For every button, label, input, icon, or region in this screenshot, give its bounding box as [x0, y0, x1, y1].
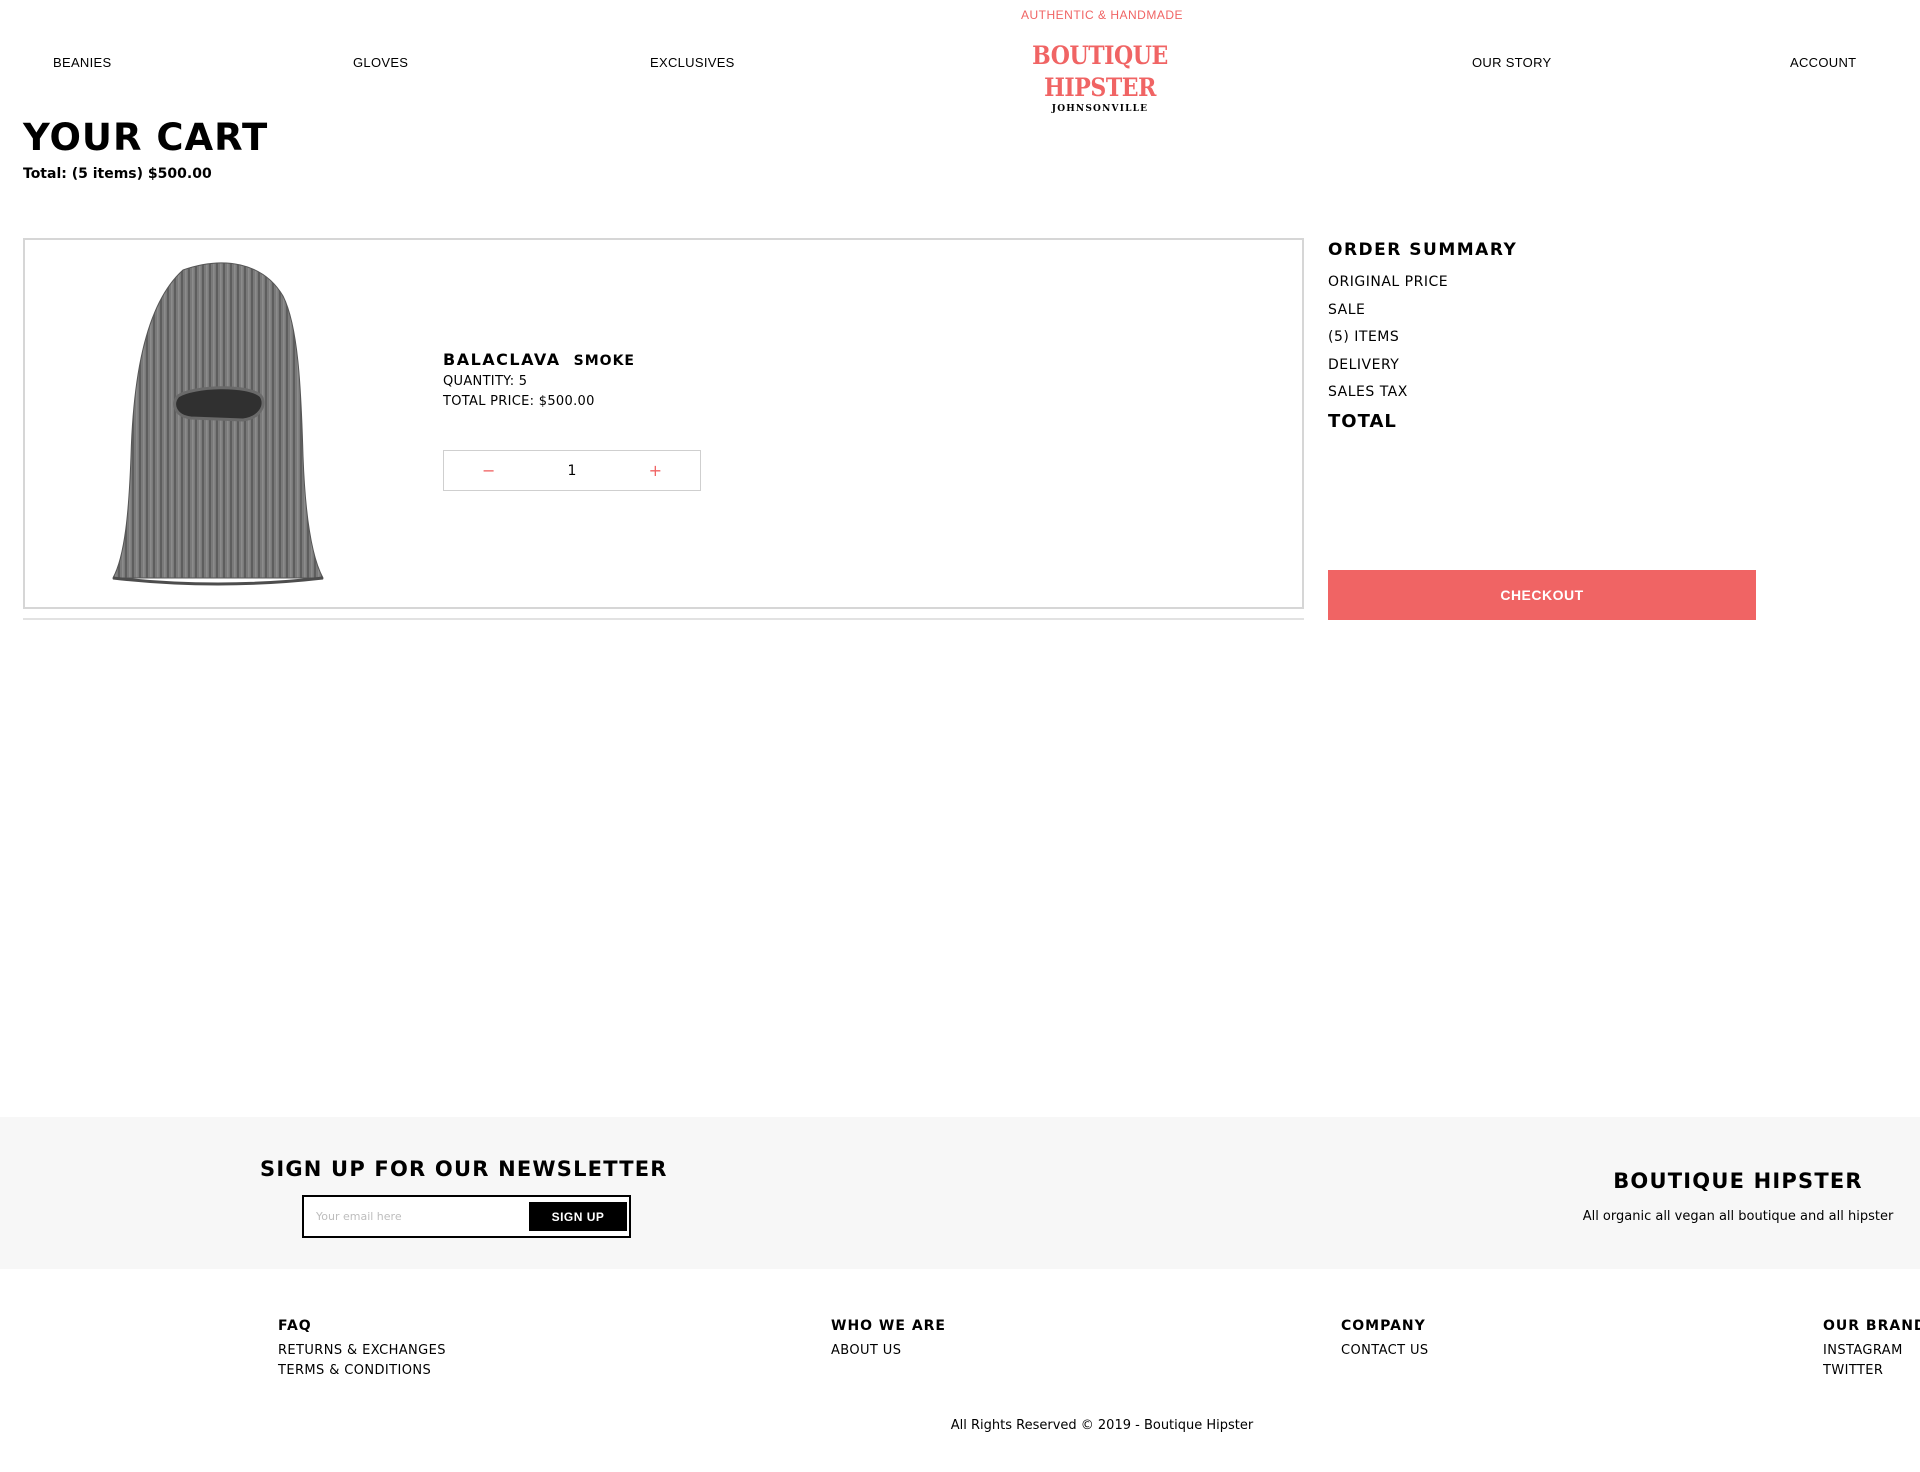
newsletter-title: SIGN UP FOR OUR NEWSLETTER [260, 1157, 668, 1181]
brand-block-title: BOUTIQUE HIPSTER [1613, 1169, 1863, 1193]
product-name[interactable]: BALACLAVA [443, 350, 561, 369]
brand-location: JOHNSONVILLE [1051, 104, 1149, 114]
summary-sale: SALE [1328, 301, 1366, 318]
summary-items: (5) ITEMS [1328, 329, 1400, 345]
summary-original-price: ORIGINAL PRICE [1328, 274, 1449, 290]
order-summary: ORDER SUMMARY ORIGINAL PRICE SALE (5) IT… [1328, 240, 1758, 432]
footer-col-faq: FAQ RETURNS & EXCHANGES TERMS & CONDITIO… [278, 1318, 446, 1383]
product-info: BALACLAVA SMOKE QUANTITY: 5 TOTAL PRICE:… [443, 350, 635, 409]
footer-link-twitter[interactable]: TWITTER [1823, 1363, 1920, 1378]
brand-name: BOUTIQUE HIPSTER [1032, 41, 1168, 102]
product-color: SMOKE [573, 353, 635, 369]
footer-link-instagram[interactable]: INSTAGRAM [1823, 1343, 1920, 1358]
nav-account[interactable]: ACCOUNT [1790, 55, 1856, 70]
footer-link-contact[interactable]: CONTACT US [1341, 1343, 1429, 1358]
footer-link-terms[interactable]: TERMS & CONDITIONS [278, 1363, 446, 1378]
product-total-price: TOTAL PRICE: $500.00 [443, 394, 595, 409]
summary-sales-tax: SALES TAX [1328, 384, 1408, 400]
cart-divider [23, 618, 1304, 620]
page-title: YOUR CART [23, 116, 269, 159]
footer-link-about[interactable]: ABOUT US [831, 1343, 946, 1358]
product-quantity: QUANTITY: 5 [443, 374, 528, 389]
quantity-value[interactable]: 1 [533, 463, 610, 479]
footer-col-our-brands: OUR BRANDS INSTAGRAM TWITTER [1823, 1318, 1920, 1383]
sign-up-button[interactable]: SIGN UP [529, 1202, 627, 1231]
footer-heading: OUR BRANDS [1823, 1318, 1920, 1334]
cart-item: BALACLAVA SMOKE QUANTITY: 5 TOTAL PRICE:… [23, 238, 1304, 609]
cart-total: Total: (5 items) $500.00 [23, 166, 212, 182]
nav-exclusives[interactable]: EXCLUSIVES [650, 55, 735, 70]
nav-gloves[interactable]: GLOVES [353, 55, 408, 70]
decrement-button[interactable]: − [444, 461, 533, 480]
quantity-stepper: − 1 + [443, 450, 701, 491]
brand-logo[interactable]: BOUTIQUE HIPSTER JOHNSONVILLE [974, 40, 1226, 114]
newsletter-section: SIGN UP FOR OUR NEWSLETTER SIGN UP BOUTI… [0, 1117, 1920, 1269]
footer-heading: COMPANY [1341, 1318, 1426, 1334]
footer-heading: FAQ [278, 1318, 312, 1334]
summary-delivery: DELIVERY [1328, 356, 1400, 373]
footer-link-returns[interactable]: RETURNS & EXCHANGES [278, 1343, 446, 1358]
nav-beanies[interactable]: BEANIES [53, 55, 111, 70]
balaclava-image[interactable] [83, 256, 353, 588]
brand-block-subtitle: All organic all vegan all boutique and a… [1582, 1209, 1894, 1224]
checkout-button[interactable]: CHECKOUT [1328, 570, 1756, 620]
summary-total: TOTAL [1328, 410, 1397, 432]
summary-title: ORDER SUMMARY [1328, 240, 1518, 260]
copyright: All Rights Reserved © 2019 - Boutique Hi… [950, 1418, 1254, 1433]
nav-our-story[interactable]: OUR STORY [1472, 55, 1552, 70]
header-tagline: AUTHENTIC & HANDMADE [1020, 8, 1183, 22]
newsletter-form: SIGN UP [302, 1195, 631, 1238]
footer-heading: WHO WE ARE [831, 1318, 946, 1334]
increment-button[interactable]: + [611, 461, 700, 480]
footer-col-who-we-are: WHO WE ARE ABOUT US [831, 1318, 946, 1363]
footer-col-company: COMPANY CONTACT US [1341, 1318, 1429, 1363]
newsletter-email-input[interactable] [316, 1197, 516, 1236]
